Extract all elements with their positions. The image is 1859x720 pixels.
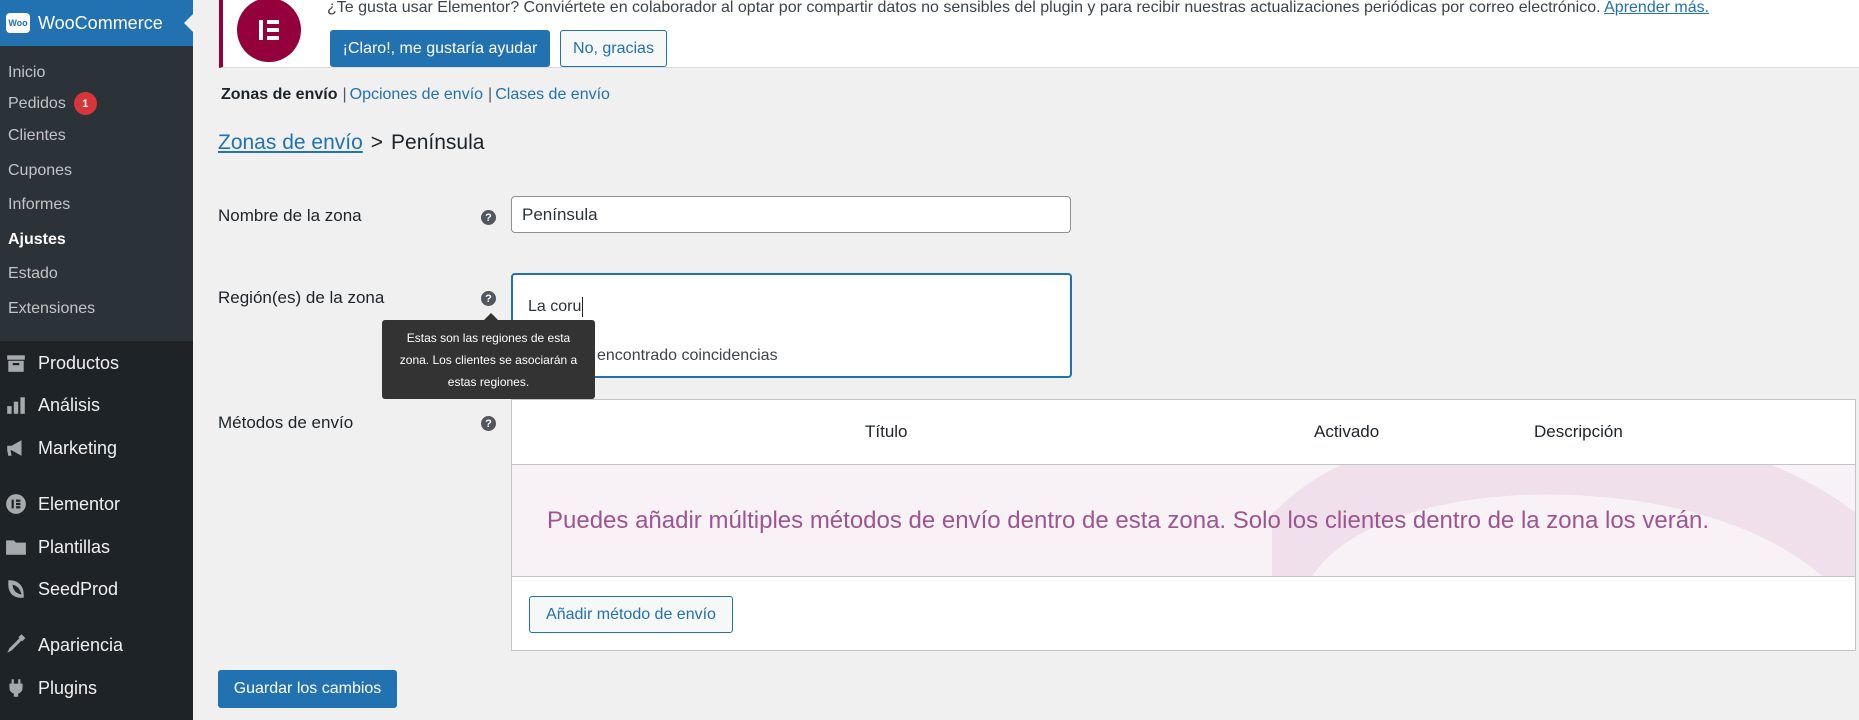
column-header-enabled: Activado: [1314, 422, 1380, 441]
breadcrumb-current: Península: [391, 131, 485, 154]
sidebar-item-plugins[interactable]: Plugins: [0, 669, 193, 707]
zone-name-label: Nombre de la zona: [218, 206, 362, 225]
submenu-item-inicio[interactable]: Inicio: [8, 64, 45, 82]
archive-icon: [4, 351, 28, 375]
sidebar-item-label: Marketing: [38, 437, 118, 458]
column-header-description: Descripción: [1534, 422, 1623, 441]
zone-name-input[interactable]: [511, 196, 1071, 233]
region-search-value: La coru: [528, 298, 582, 315]
submenu-label: Pedidos: [8, 94, 66, 112]
woocommerce-submenu: Inicio Pedidos 1 Clientes Cupones Informe…: [0, 46, 193, 341]
help-icon[interactable]: ?: [481, 210, 496, 225]
learn-more-link[interactable]: Aprender más.: [1604, 0, 1709, 16]
blank-state-message: Puedes añadir múltiples métodos de envío…: [547, 507, 1710, 534]
sidebar-item-label: Productos: [38, 352, 120, 373]
column-header-title: Título: [865, 422, 908, 441]
submenu-item-pedidos[interactable]: Pedidos 1: [8, 92, 97, 115]
submenu-label: Extensiones: [8, 300, 96, 317]
text-caret: [582, 297, 584, 317]
tooltip-line: Estas son las regiones de esta: [406, 331, 571, 345]
submenu-item-extensiones[interactable]: Extensiones: [8, 300, 95, 318]
regions-help-tooltip: Estas son las regiones de esta zona. Los…: [382, 313, 595, 399]
submenu-label: Cupones: [8, 162, 73, 179]
tooltip-line: estas regiones.: [447, 375, 530, 389]
notice-message: ¿Te gusta usar Elementor? Conviértete en…: [327, 0, 1709, 17]
elementor-icon: [4, 492, 28, 516]
submenu-label: Inicio: [8, 64, 46, 81]
admin-sidebar: Woo WooCommerce Inicio Pedidos 1 Clientes…: [0, 0, 193, 720]
submenu-label: Ajustes: [8, 231, 66, 248]
submenu-label: Clientes: [8, 127, 66, 144]
breadcrumb: Zonas de envío > Península: [218, 131, 484, 155]
paintbrush-icon: [4, 633, 28, 657]
subnav-separator: |: [342, 86, 347, 103]
megaphone-icon: [4, 436, 28, 460]
no-results-message: encontrado coincidencias: [597, 347, 778, 364]
sidebar-item-label: Análisis: [38, 394, 101, 415]
sidebar-item-label: Elementor: [38, 493, 121, 514]
elementor-logo-icon: [237, 0, 301, 62]
notice-text: ¿Te gusta usar Elementor? Conviértete en…: [327, 0, 1601, 16]
save-changes-button[interactable]: Guardar los cambios: [218, 670, 397, 708]
table-header-row: Título Activado Descripción: [512, 400, 1855, 465]
submenu-label: Informes: [8, 196, 71, 213]
help-icon[interactable]: ?: [481, 291, 496, 306]
shipping-subnav: Zonas de envío | Opciones de envío | Cla…: [221, 86, 610, 104]
zone-regions-select[interactable]: La coru encontrado coincidencias: [511, 273, 1072, 378]
tooltip-line: zona. Los clientes se asociarán a: [399, 353, 578, 367]
blank-state-row: Puedes añadir múltiples métodos de envío…: [512, 465, 1855, 577]
submenu-label: Estado: [8, 265, 58, 282]
submenu-item-ajustes[interactable]: Ajustes: [8, 231, 66, 249]
submenu-item-informes[interactable]: Informes: [8, 196, 70, 214]
sidebar-item-elementor[interactable]: Elementor: [0, 485, 193, 523]
sidebar-item-analisis[interactable]: Análisis: [0, 386, 193, 424]
sidebar-item-seedprod[interactable]: SeedProd: [0, 570, 193, 608]
subnav-shipping-options[interactable]: Opciones de envío: [350, 86, 483, 104]
submenu-item-clientes[interactable]: Clientes: [8, 127, 66, 145]
woocommerce-logo-icon: Woo: [6, 13, 30, 33]
sidebar-item-woocommerce[interactable]: Woo WooCommerce: [0, 0, 193, 46]
submenu-item-estado[interactable]: Estado: [8, 265, 58, 283]
breadcrumb-separator: >: [370, 131, 384, 154]
optin-decline-button[interactable]: No, gracias: [560, 30, 667, 67]
sidebar-item-productos[interactable]: Productos: [0, 344, 193, 382]
folder-icon: [4, 535, 28, 559]
region-search-input[interactable]: La coru: [528, 297, 584, 317]
sidebar-item-label: Plantillas: [38, 536, 111, 557]
subnav-shipping-zones[interactable]: Zonas de envío: [221, 86, 337, 104]
plug-icon: [4, 676, 28, 700]
sidebar-item-label: Apariencia: [38, 634, 124, 655]
seedprod-icon: [4, 577, 28, 601]
sidebar-item-apariencia[interactable]: Apariencia: [0, 626, 193, 664]
sidebar-item-marketing[interactable]: Marketing: [0, 429, 193, 467]
subnav-shipping-classes[interactable]: Clases de envío: [495, 86, 610, 104]
sidebar-item-plantillas[interactable]: Plantillas: [0, 528, 193, 566]
help-icon[interactable]: ?: [481, 416, 496, 431]
zone-regions-label: Región(es) de la zona: [218, 288, 385, 307]
sidebar-item-label: WooCommerce: [38, 12, 163, 33]
optin-accept-button[interactable]: ¡Claro!, me gustaría ayudar: [330, 30, 550, 67]
orders-count-badge: 1: [73, 92, 97, 115]
add-shipping-method-button[interactable]: Añadir método de envío: [529, 596, 733, 633]
subnav-separator: |: [488, 86, 493, 103]
shipping-methods-table: Título Activado Descripción Puedes añadi…: [511, 399, 1856, 651]
sidebar-item-label: Plugins: [38, 677, 98, 698]
sidebar-item-label: SeedProd: [38, 578, 119, 599]
bar-chart-icon: [4, 393, 28, 417]
submenu-item-cupones[interactable]: Cupones: [8, 162, 72, 180]
breadcrumb-shipping-zones-link[interactable]: Zonas de envío: [218, 131, 363, 154]
elementor-optin-notice: ¿Te gusta usar Elementor? Conviértete en…: [219, 0, 1859, 68]
shipping-methods-label: Métodos de envío: [218, 413, 354, 432]
